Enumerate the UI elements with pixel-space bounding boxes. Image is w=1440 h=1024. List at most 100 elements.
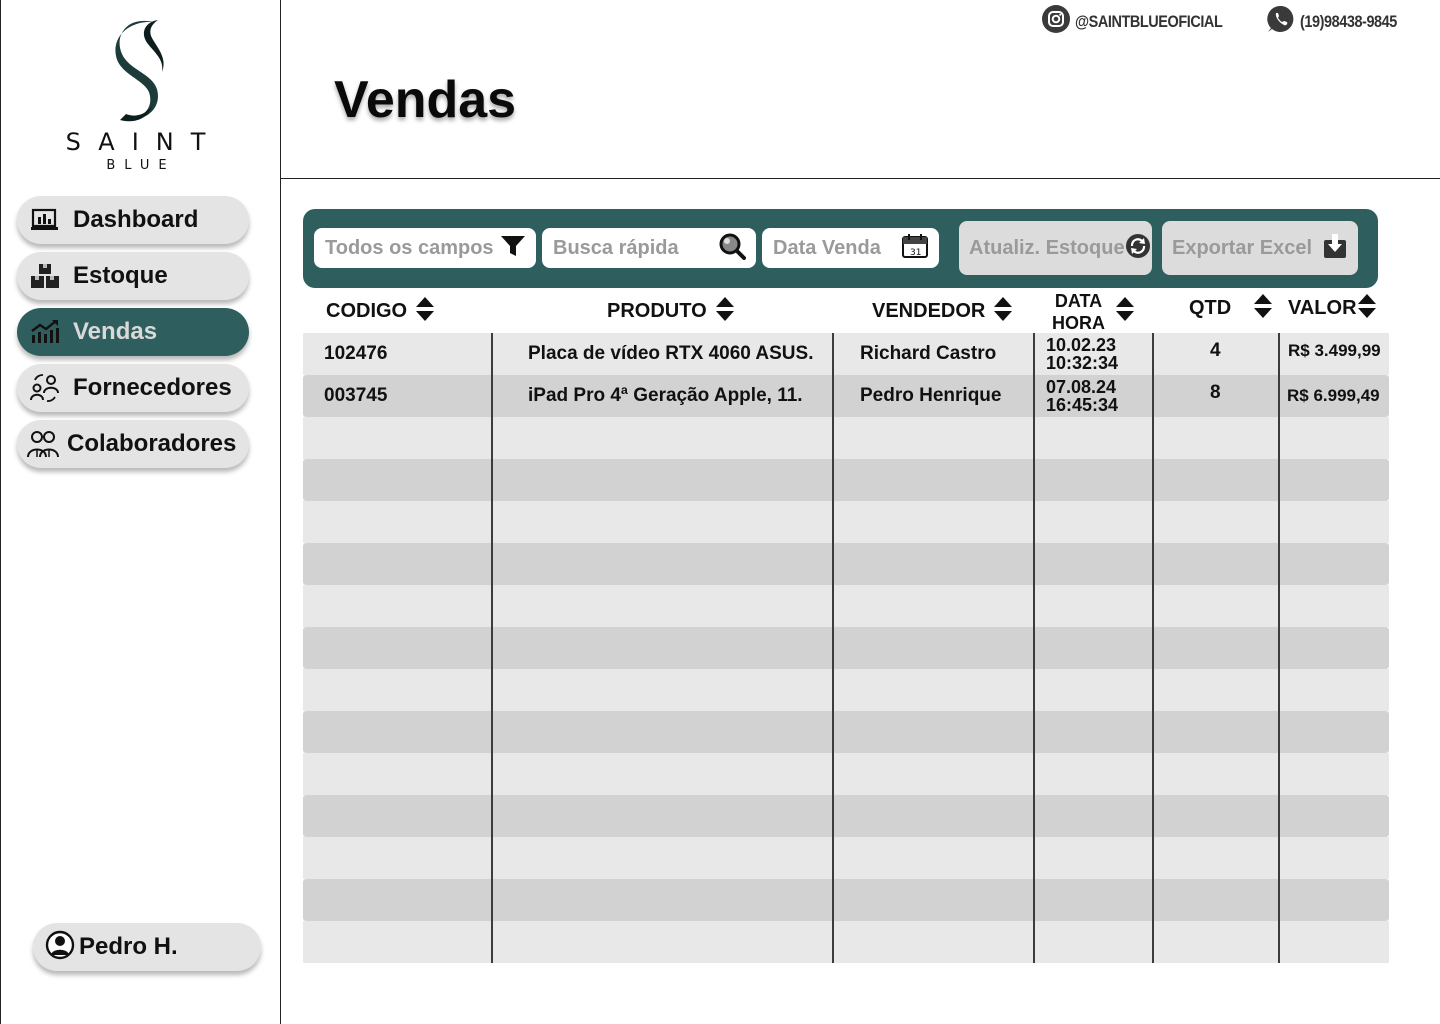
cell-codigo: 102476 xyxy=(324,343,388,364)
header-label-produto: PRODUTO xyxy=(607,300,707,322)
column-header-produto[interactable]: PRODUTO xyxy=(607,290,735,333)
date-input[interactable]: Data Venda 31 xyxy=(762,228,939,268)
funnel-icon xyxy=(500,234,526,263)
table-row[interactable]: 102476 Placa de vídeo RTX 4060 ASUS. Ric… xyxy=(303,333,1389,375)
header-label-vendedor: VENDEDOR xyxy=(872,300,986,322)
whatsapp-number: (19)98438-9845 xyxy=(1300,11,1397,31)
empty-row xyxy=(303,837,1389,879)
header-label-codigo: CODIGO xyxy=(326,300,408,322)
table-row[interactable]: 003745 iPad Pro 4ª Geração Apple, 11. Pe… xyxy=(303,375,1389,417)
user-avatar-icon xyxy=(45,930,75,965)
field-filter-select[interactable]: Todos os campos xyxy=(314,228,536,268)
cell-produto: Placa de vídeo RTX 4060 ASUS. xyxy=(528,343,814,364)
cell-codigo: 003745 xyxy=(324,385,388,406)
cell-qtd: 8 xyxy=(1210,382,1221,403)
empty-row xyxy=(303,921,1389,963)
cell-hora: 10:32:34 xyxy=(1046,353,1119,373)
svg-text:31: 31 xyxy=(910,248,921,258)
column-header-valor[interactable]: VALOR xyxy=(1288,287,1377,330)
empty-row xyxy=(303,879,1389,921)
sort-icon xyxy=(993,296,1013,328)
instagram-handle: @SAINTBLUEOFICIAL xyxy=(1074,11,1223,31)
empty-row xyxy=(303,795,1389,837)
sort-icon xyxy=(1357,293,1377,325)
column-divider xyxy=(1152,333,1154,963)
export-excel-label: Exportar Excel xyxy=(1172,236,1313,259)
nav-label-dashboard: Dashboard xyxy=(73,206,199,233)
empty-row xyxy=(303,543,1389,585)
table-header: CODIGO PRODUTO VENDEDOR DATA HORA QTD VA… xyxy=(303,290,1389,333)
brand-name: SAINT xyxy=(65,128,223,156)
cell-vendedor: Richard Castro xyxy=(860,343,997,364)
header-label-data: DATA xyxy=(1054,290,1103,311)
empty-row xyxy=(303,753,1389,795)
nav-item-fornecedores[interactable]: Fornecedores xyxy=(17,364,249,412)
saint-blue-logo-icon xyxy=(115,20,164,122)
cell-data-hora: 07.08.24 16:45:34 xyxy=(1046,375,1118,417)
search-icon xyxy=(718,232,746,265)
cell-valor: R$ 3.499,99 xyxy=(1288,341,1381,360)
update-stock-label: Atualiz. Estoque xyxy=(969,236,1125,259)
nav-item-vendas[interactable]: Vendas xyxy=(17,308,249,356)
download-icon xyxy=(1322,232,1348,265)
column-divider xyxy=(1033,333,1035,963)
cell-data-hora: 10.02.23 10:32:34 xyxy=(1046,333,1118,375)
table-body: 102476 Placa de vídeo RTX 4060 ASUS. Ric… xyxy=(303,333,1389,963)
cell-hora: 16:45:34 xyxy=(1046,395,1119,415)
user-profile-button[interactable]: Pedro H. xyxy=(33,923,261,971)
cell-qtd: 4 xyxy=(1210,340,1221,361)
column-header-vendedor[interactable]: VENDEDOR xyxy=(872,290,1013,333)
sort-icon xyxy=(715,296,735,328)
search-input[interactable]: Busca rápida xyxy=(542,228,756,268)
suppliers-icon xyxy=(29,372,61,404)
sales-chart-icon xyxy=(29,316,61,348)
sort-icon xyxy=(1115,296,1135,328)
empty-row xyxy=(303,501,1389,543)
header-label-hora: HORA xyxy=(1052,312,1105,333)
instagram-link[interactable]: @SAINTBLUEOFICIAL xyxy=(1041,4,1248,39)
header-label-valor: VALOR xyxy=(1288,297,1357,319)
brand-subtitle: BLUE xyxy=(106,158,176,173)
whatsapp-link[interactable]: (19)98438-9845 xyxy=(1266,4,1414,39)
nav-item-estoque[interactable]: Estoque xyxy=(17,252,249,300)
cell-data: 07.08.24 xyxy=(1046,377,1117,397)
empty-row xyxy=(303,585,1389,627)
update-stock-button[interactable]: Atualiz. Estoque xyxy=(959,221,1152,275)
column-divider xyxy=(832,333,834,963)
nav-item-colaboradores[interactable]: Colaboradores xyxy=(17,420,249,468)
whatsapp-icon xyxy=(1266,4,1296,39)
cell-vendedor: Pedro Henrique xyxy=(860,385,1002,406)
nav-label-colaboradores: Colaboradores xyxy=(67,430,237,457)
header-divider xyxy=(281,178,1440,179)
nav-label-estoque: Estoque xyxy=(73,262,168,289)
brand-logo: SAINT BLUE xyxy=(1,14,271,173)
sort-icon xyxy=(1253,293,1273,325)
nav-item-dashboard[interactable]: Dashboard xyxy=(17,196,249,244)
filter-select-text: Todos os campos xyxy=(325,236,494,259)
calendar-icon: 31 xyxy=(901,233,929,264)
sidebar-nav: Dashboard Estoque Vendas Fornecedores Co… xyxy=(17,196,249,476)
column-header-data-hora[interactable]: DATA HORA xyxy=(1052,290,1135,333)
export-excel-button[interactable]: Exportar Excel xyxy=(1162,221,1358,275)
dashboard-icon xyxy=(29,204,61,236)
boxes-icon xyxy=(29,260,61,292)
column-divider xyxy=(1278,333,1280,963)
header-label-qtd: QTD xyxy=(1189,297,1232,319)
search-placeholder: Busca rápida xyxy=(553,236,679,259)
cell-data: 10.02.23 xyxy=(1046,335,1117,355)
column-header-codigo[interactable]: CODIGO xyxy=(326,290,435,333)
nav-label-fornecedores: Fornecedores xyxy=(73,374,232,401)
cell-valor: R$ 6.999,49 xyxy=(1287,386,1380,405)
social-links: @SAINTBLUEOFICIAL (19)98438-9845 xyxy=(1041,4,1414,39)
date-placeholder: Data Venda xyxy=(773,236,881,259)
user-name: Pedro H. xyxy=(79,933,178,960)
sort-icon xyxy=(415,296,435,328)
empty-row xyxy=(303,711,1389,753)
empty-row xyxy=(303,417,1389,459)
column-divider xyxy=(491,333,493,963)
empty-row xyxy=(303,669,1389,711)
column-header-qtd[interactable]: QTD xyxy=(1189,287,1273,330)
filter-toolbar: Todos os campos Busca rápida Data Venda … xyxy=(303,209,1378,288)
empty-row xyxy=(303,627,1389,669)
team-icon xyxy=(27,428,59,460)
